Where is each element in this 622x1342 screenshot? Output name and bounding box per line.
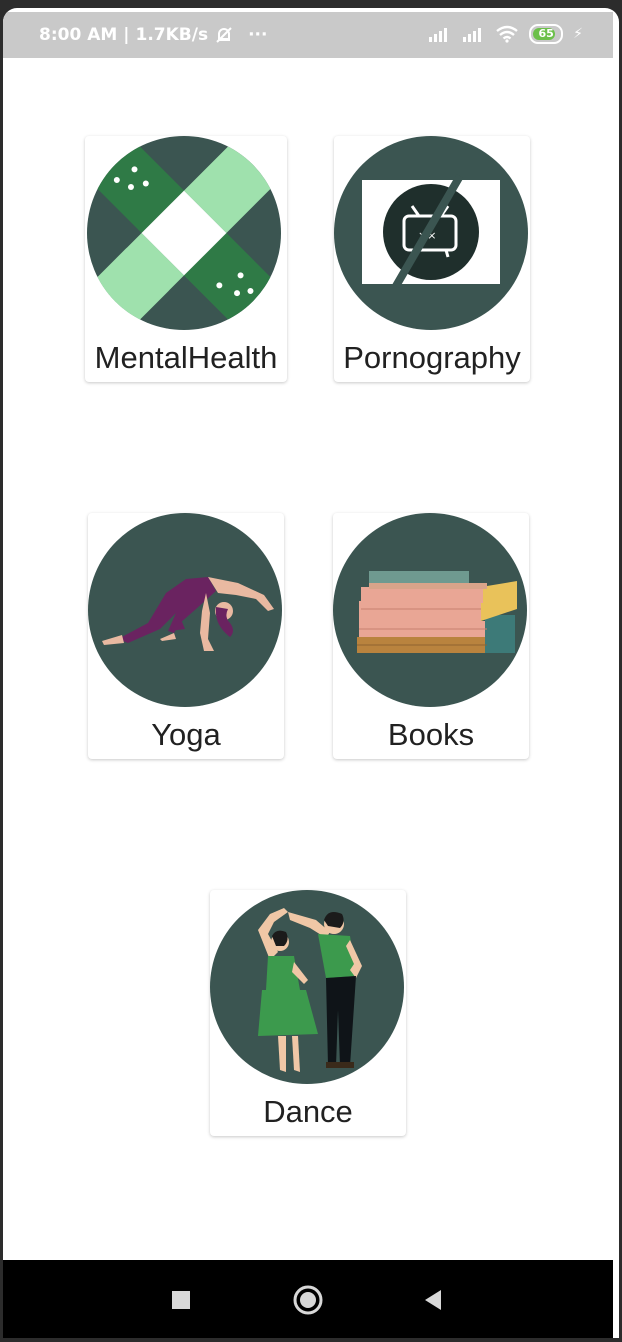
- dancing-couple-icon: [210, 890, 404, 1084]
- category-card-dance[interactable]: Dance: [210, 890, 406, 1136]
- category-card-pornography[interactable]: ×× Pornography: [334, 136, 530, 382]
- yoga-pose-icon: [88, 513, 282, 707]
- circle-icon: [293, 1285, 323, 1315]
- home-button[interactable]: [290, 1282, 326, 1318]
- category-label: Pornography: [343, 340, 521, 375]
- bandage-icon: [87, 136, 281, 330]
- bell-off-icon: [216, 27, 232, 43]
- charging-icon: ⚡: [573, 26, 583, 42]
- back-button[interactable]: [415, 1282, 451, 1318]
- category-label: Books: [387, 717, 475, 752]
- category-label: MentalHealth: [94, 340, 278, 375]
- square-icon: [172, 1291, 190, 1309]
- recents-button[interactable]: [163, 1282, 199, 1318]
- category-card-yoga[interactable]: Yoga: [88, 513, 284, 759]
- no-tv-icon: ××: [334, 136, 528, 330]
- signal-icon: [429, 28, 448, 42]
- signal-icon-2: [463, 28, 482, 42]
- battery-icon: 65: [529, 24, 564, 44]
- category-card-mentalhealth[interactable]: MentalHealth: [85, 136, 287, 382]
- system-nav-bar: [3, 1260, 613, 1338]
- category-label: Yoga: [151, 717, 221, 752]
- status-bar: 8:00 AM | 1.7KB/s ··· 65 ⚡: [3, 12, 613, 58]
- back-triangle-icon: [425, 1290, 441, 1310]
- net-speed: 1.7KB/s: [135, 25, 209, 45]
- wifi-icon: [496, 25, 518, 43]
- more-dots: ···: [248, 25, 268, 45]
- category-label: Dance: [263, 1094, 353, 1129]
- category-card-books[interactable]: Books: [333, 513, 529, 759]
- phone-screen: 8:00 AM | 1.7KB/s ··· 65 ⚡ MentalHealth …: [3, 8, 619, 1338]
- status-time: 8:00 AM: [39, 25, 118, 45]
- books-stack-icon: [333, 513, 527, 707]
